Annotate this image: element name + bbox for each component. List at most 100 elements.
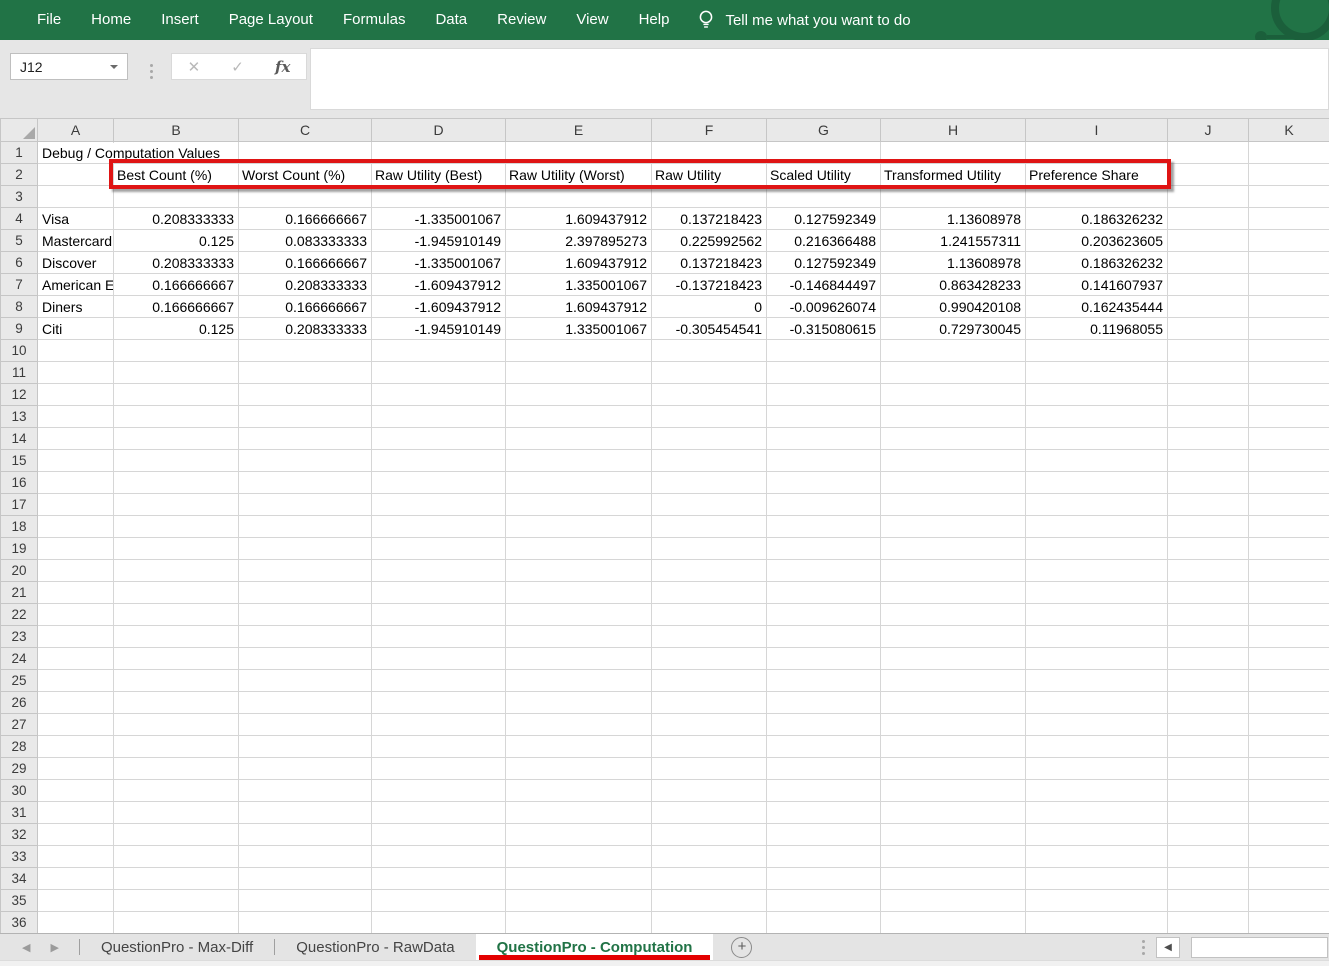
- cell-C32[interactable]: [239, 824, 372, 846]
- cell-K18[interactable]: [1249, 516, 1329, 538]
- cell-B4[interactable]: 0.208333333: [114, 208, 239, 230]
- cell-H29[interactable]: [881, 758, 1026, 780]
- cell-K35[interactable]: [1249, 890, 1329, 912]
- sheet-tab-questionpro-max-diff[interactable]: QuestionPro - Max-Diff: [80, 934, 274, 960]
- cell-K17[interactable]: [1249, 494, 1329, 516]
- cell-A2[interactable]: [38, 164, 114, 186]
- cell-G1[interactable]: [767, 142, 881, 164]
- cell-H10[interactable]: [881, 340, 1026, 362]
- cell-K32[interactable]: [1249, 824, 1329, 846]
- cell-D24[interactable]: [372, 648, 506, 670]
- column-header-G[interactable]: G: [767, 119, 881, 142]
- cell-F12[interactable]: [652, 384, 767, 406]
- cell-E21[interactable]: [506, 582, 652, 604]
- add-sheet-button[interactable]: +: [731, 934, 752, 960]
- cell-F18[interactable]: [652, 516, 767, 538]
- cell-K33[interactable]: [1249, 846, 1329, 868]
- cell-H6[interactable]: 1.13608978: [881, 252, 1026, 274]
- cell-I18[interactable]: [1026, 516, 1168, 538]
- cell-F31[interactable]: [652, 802, 767, 824]
- cell-E29[interactable]: [506, 758, 652, 780]
- row-header-18[interactable]: 18: [1, 516, 38, 538]
- cell-A7[interactable]: American Express: [38, 274, 114, 296]
- cell-A21[interactable]: [38, 582, 114, 604]
- cell-C1[interactable]: [239, 142, 372, 164]
- cell-B2[interactable]: Best Count (%): [114, 164, 239, 186]
- cell-K30[interactable]: [1249, 780, 1329, 802]
- row-header-33[interactable]: 33: [1, 846, 38, 868]
- cell-A11[interactable]: [38, 362, 114, 384]
- cell-F20[interactable]: [652, 560, 767, 582]
- cell-F29[interactable]: [652, 758, 767, 780]
- cell-D8[interactable]: -1.609437912: [372, 296, 506, 318]
- cell-C33[interactable]: [239, 846, 372, 868]
- row-header-20[interactable]: 20: [1, 560, 38, 582]
- cell-C13[interactable]: [239, 406, 372, 428]
- cell-K2[interactable]: [1249, 164, 1329, 186]
- cell-H1[interactable]: [881, 142, 1026, 164]
- cell-I17[interactable]: [1026, 494, 1168, 516]
- cell-C3[interactable]: [239, 186, 372, 208]
- cell-H32[interactable]: [881, 824, 1026, 846]
- sheet-nav-right-icon[interactable]: ▶: [50, 941, 58, 954]
- cell-K13[interactable]: [1249, 406, 1329, 428]
- cell-H12[interactable]: [881, 384, 1026, 406]
- cell-C19[interactable]: [239, 538, 372, 560]
- cell-E20[interactable]: [506, 560, 652, 582]
- cell-I1[interactable]: [1026, 142, 1168, 164]
- cell-E3[interactable]: [506, 186, 652, 208]
- cell-H21[interactable]: [881, 582, 1026, 604]
- cell-B35[interactable]: [114, 890, 239, 912]
- cell-H4[interactable]: 1.13608978: [881, 208, 1026, 230]
- cell-E34[interactable]: [506, 868, 652, 890]
- cell-F26[interactable]: [652, 692, 767, 714]
- cell-E1[interactable]: [506, 142, 652, 164]
- cell-B6[interactable]: 0.208333333: [114, 252, 239, 274]
- cell-K34[interactable]: [1249, 868, 1329, 890]
- cell-I6[interactable]: 0.186326232: [1026, 252, 1168, 274]
- cell-F13[interactable]: [652, 406, 767, 428]
- cell-B20[interactable]: [114, 560, 239, 582]
- row-header-35[interactable]: 35: [1, 890, 38, 912]
- cell-G14[interactable]: [767, 428, 881, 450]
- menu-data[interactable]: Data: [420, 0, 482, 40]
- row-header-28[interactable]: 28: [1, 736, 38, 758]
- cell-F28[interactable]: [652, 736, 767, 758]
- cell-F9[interactable]: -0.305454541: [652, 318, 767, 340]
- cell-A30[interactable]: [38, 780, 114, 802]
- column-header-J[interactable]: J: [1168, 119, 1249, 142]
- cell-A23[interactable]: [38, 626, 114, 648]
- cell-D22[interactable]: [372, 604, 506, 626]
- menu-home[interactable]: Home: [76, 0, 146, 40]
- cell-C35[interactable]: [239, 890, 372, 912]
- row-header-16[interactable]: 16: [1, 472, 38, 494]
- cell-K31[interactable]: [1249, 802, 1329, 824]
- scroll-left-button[interactable]: ◀: [1156, 937, 1180, 958]
- cell-A3[interactable]: [38, 186, 114, 208]
- cell-A17[interactable]: [38, 494, 114, 516]
- cell-C14[interactable]: [239, 428, 372, 450]
- cell-K28[interactable]: [1249, 736, 1329, 758]
- cell-J9[interactable]: [1168, 318, 1249, 340]
- cell-K23[interactable]: [1249, 626, 1329, 648]
- cell-F7[interactable]: -0.137218423: [652, 274, 767, 296]
- cell-I9[interactable]: 0.11968055: [1026, 318, 1168, 340]
- cell-E25[interactable]: [506, 670, 652, 692]
- cell-F17[interactable]: [652, 494, 767, 516]
- cell-E15[interactable]: [506, 450, 652, 472]
- cell-C21[interactable]: [239, 582, 372, 604]
- cell-A33[interactable]: [38, 846, 114, 868]
- cell-C7[interactable]: 0.208333333: [239, 274, 372, 296]
- cell-D29[interactable]: [372, 758, 506, 780]
- cell-G12[interactable]: [767, 384, 881, 406]
- tell-me-box[interactable]: Tell me what you want to do: [698, 9, 910, 31]
- row-header-12[interactable]: 12: [1, 384, 38, 406]
- cell-K11[interactable]: [1249, 362, 1329, 384]
- cell-D1[interactable]: [372, 142, 506, 164]
- cell-J19[interactable]: [1168, 538, 1249, 560]
- cell-B36[interactable]: [114, 912, 239, 934]
- cell-K27[interactable]: [1249, 714, 1329, 736]
- cell-B24[interactable]: [114, 648, 239, 670]
- cell-G23[interactable]: [767, 626, 881, 648]
- cell-C6[interactable]: 0.166666667: [239, 252, 372, 274]
